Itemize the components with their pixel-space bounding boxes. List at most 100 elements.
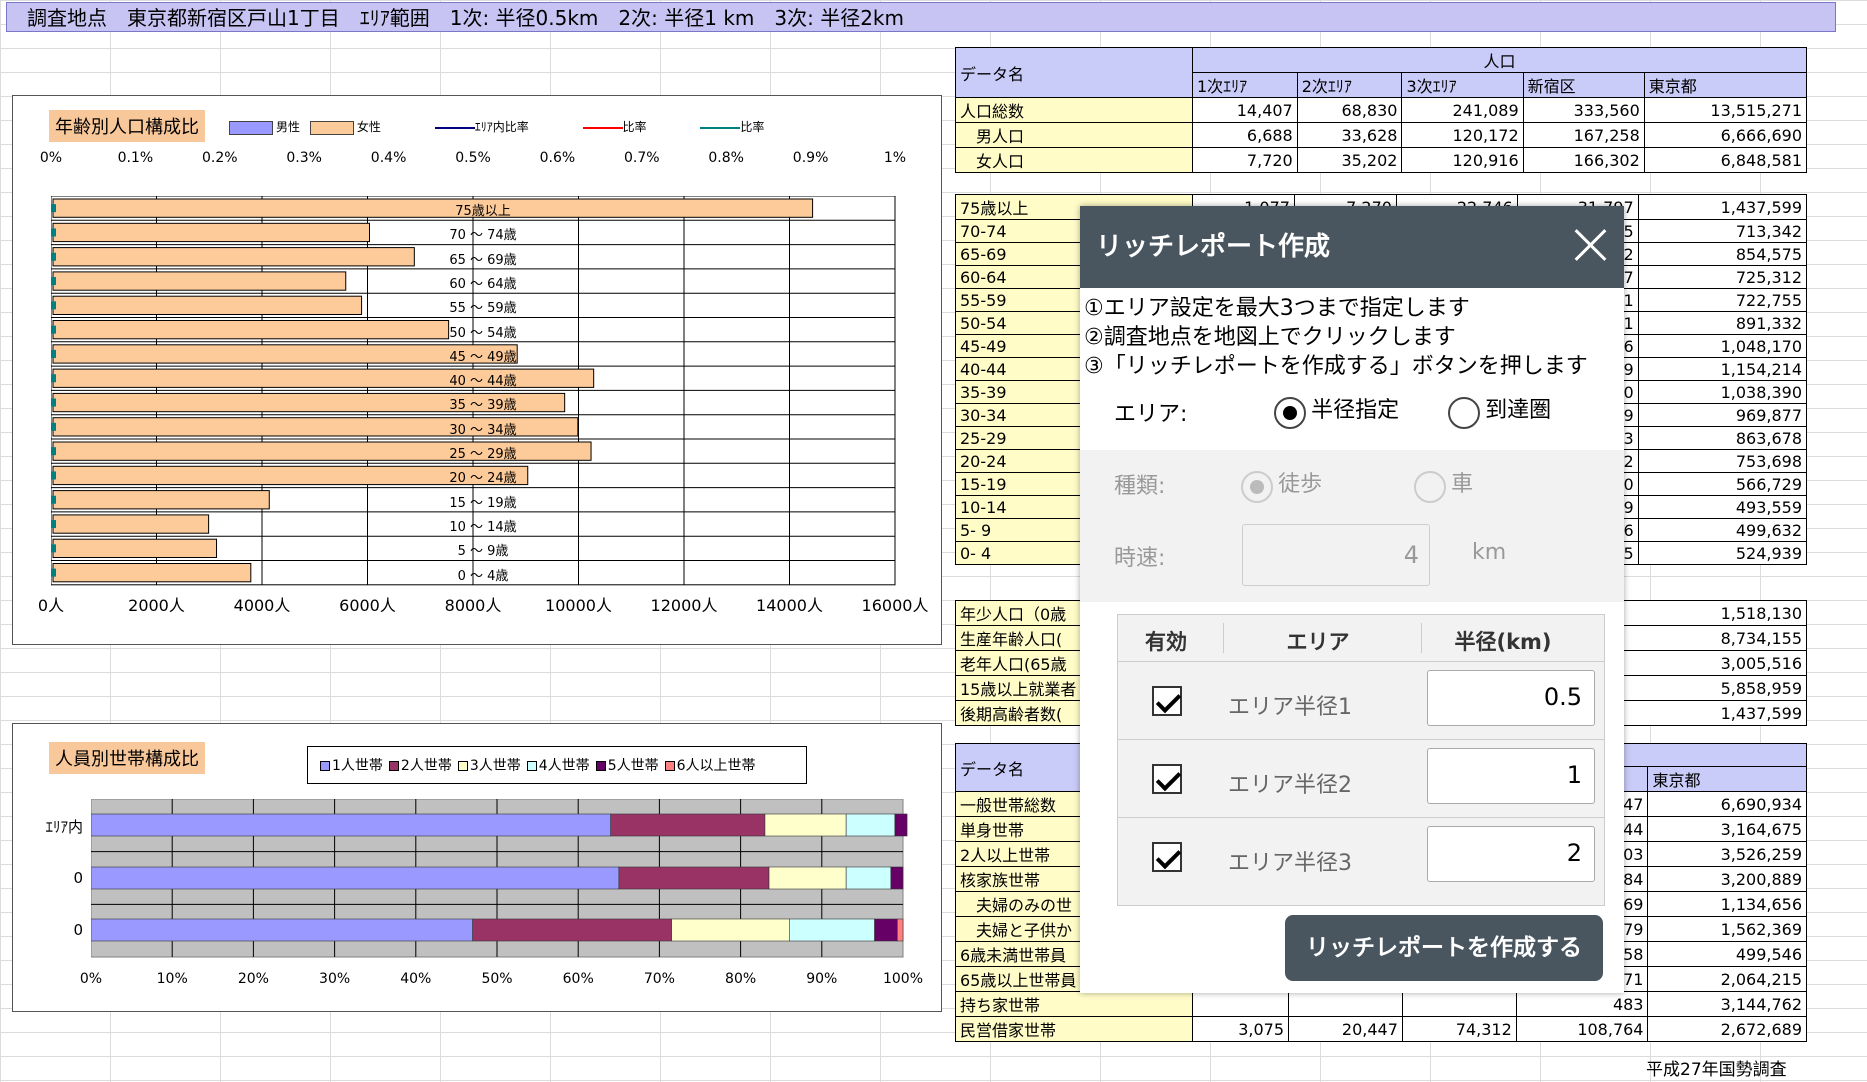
cell: 167,258 (1522, 122, 1645, 148)
household-seg-0-3 (845, 813, 896, 837)
walk-radio[interactable]: 徒歩 (1241, 466, 1322, 503)
dialog-header: リッチレポート作成 (1080, 206, 1624, 288)
cell: 3,200,889 (1647, 866, 1807, 892)
age-marker-10 (51, 447, 56, 456)
area-3-checkbox[interactable] (1152, 842, 1182, 872)
cell: 969,877 (1637, 403, 1808, 427)
cell: 854,575 (1637, 242, 1808, 266)
cell: 566,729 (1637, 472, 1808, 496)
cell: 1,562,369 (1647, 916, 1807, 942)
radio-on-icon (1274, 396, 1306, 429)
radius-option-label: 半径指定 (1311, 398, 1400, 423)
cell: 863,678 (1637, 426, 1808, 450)
cell: 120,916 (1401, 147, 1524, 173)
close-icon[interactable] (1570, 224, 1610, 264)
age-chart-legend: 男性 女性 ｴﾘｱ内比率 比率 比率 (229, 118, 764, 135)
speed-label: 時速: (1114, 546, 1166, 571)
area-1-checkbox[interactable] (1152, 686, 1182, 716)
col-header: 1次ｴﾘｱ (1192, 72, 1298, 98)
col-radius: 半径(km) (1454, 630, 1552, 654)
household-chart-title: 人員別世帯構成比 (49, 742, 205, 774)
age-bar-1 (52, 222, 370, 243)
legend-area-ratio: ｴﾘｱ内比率 (474, 120, 529, 134)
cell (1288, 991, 1403, 1017)
age-category-label: 10 ～ 14歳 (449, 519, 517, 535)
cell: 493,559 (1637, 495, 1808, 519)
age-marker-5 (51, 325, 56, 334)
col-area: エリア (1286, 630, 1350, 654)
household-seg-2-2 (671, 918, 790, 942)
age-bar-3 (52, 271, 347, 291)
age-marker-0 (51, 204, 56, 213)
area-2-radius-input[interactable]: 1 (1427, 748, 1595, 804)
household-legend-item: 6人以上世帯 (676, 758, 756, 774)
radius-radio[interactable]: 半径指定 (1274, 392, 1399, 429)
speed-input[interactable]: 4 (1242, 524, 1430, 586)
age-top-tick: 0.7% (624, 150, 660, 166)
instruction-2: ②調査地点を地図上でクリックします (1084, 325, 1456, 350)
car-radio[interactable]: 車 (1414, 466, 1473, 503)
age-category-label: 35 ～ 39歳 (449, 398, 517, 414)
create-report-button[interactable]: リッチレポートを作成する (1285, 915, 1603, 981)
area-row-1: エリア半径1 0.5 (1118, 661, 1604, 740)
household-bar-plot (91, 799, 908, 958)
area-1-radius-input[interactable]: 0.5 (1427, 670, 1595, 726)
population-table: データ名 人口 1次ｴﾘｱ 2次ｴﾘｱ 3次ｴﾘｱ 新宿区 東京都 人口総数 14,407 68,… (955, 47, 1808, 173)
area-1-name: エリア半径1 (1228, 695, 1352, 720)
row-label: 民営借家世帯 (955, 1016, 1193, 1042)
area-row-3: エリア半径3 2 (1118, 817, 1604, 895)
source-note: 平成27年国勢調査 (1646, 1060, 1787, 1080)
age-top-tick: 0.3% (286, 150, 322, 166)
legend-swatch (595, 761, 606, 771)
disabled-travel-settings: 種類: 徒歩 車 時速: 4 km (1080, 450, 1624, 602)
age-marker-8 (51, 398, 56, 407)
household-tick: 0% (79, 971, 103, 987)
legend-swatch (388, 761, 399, 771)
cell: 7,720 (1192, 147, 1298, 173)
legend-female: 女性 (356, 120, 381, 134)
age-bottom-tick: 10000人 (545, 596, 612, 615)
table-row: 民営借家世帯 3,075 20,447 74,312 108,764 2,672,689 (955, 1016, 1807, 1042)
area-3-radius-input[interactable]: 2 (1427, 826, 1595, 882)
age-bottom-tick: 0人 (37, 596, 65, 615)
age-marker-2 (51, 252, 56, 261)
age-top-tick: 0.9% (792, 150, 829, 166)
table-row: 人口総数 14,407 68,830 241,089 333,560 13,515,271 (955, 97, 1808, 123)
household-tick: 80% (725, 971, 757, 987)
area-table-header: 有効 エリア 半径(km) (1118, 615, 1604, 662)
col-header: 新宿区 (1522, 72, 1645, 98)
cell: 6,690,934 (1647, 791, 1807, 817)
age-chart-title: 年齢別人口構成比 (49, 110, 205, 142)
cell: 35,202 (1296, 147, 1403, 173)
row-label: 男人口 (955, 122, 1193, 148)
cell: 108,764 (1515, 1016, 1649, 1042)
household-chart-panel: 人員別世帯構成比 1人世帯 2人世帯 3人世帯 4人世帯 5人世帯 6人以上世帯 ｴﾘｱ内… (12, 723, 942, 1012)
cell: 1,048,170 (1637, 334, 1808, 358)
household-row-label: 0 (73, 921, 83, 939)
reach-radio[interactable]: 到達圏 (1448, 392, 1551, 429)
area-2-checkbox[interactable] (1152, 764, 1182, 794)
age-bar-5 (52, 320, 450, 340)
walk-option-label: 徒歩 (1278, 472, 1323, 497)
household-tick: 90% (806, 971, 838, 987)
cell: 33,628 (1296, 122, 1403, 148)
legend-male: 男性 (276, 120, 301, 134)
household-tick: 70% (643, 971, 675, 987)
legend-ratio-red: 比率 (622, 120, 647, 134)
car-option-label: 車 (1451, 472, 1474, 497)
age-marker-14 (51, 544, 56, 553)
age-bar-0 (52, 198, 814, 218)
household-legend-item: 4人世帯 (538, 758, 590, 774)
age-category-label: 60 ～ 64歳 (449, 276, 517, 292)
household-tick: 60% (562, 971, 594, 987)
cell: 725,312 (1637, 265, 1808, 289)
cell: 13,515,271 (1643, 97, 1808, 123)
age-top-tick: 0% (39, 150, 63, 166)
cell: 3,526,259 (1647, 841, 1807, 867)
age-category-label: 20 ～ 24歳 (449, 471, 517, 487)
instructions: ①エリア設定を最大3つまで指定します ②調査地点を地図上でクリックします ③「リ… (1080, 294, 1588, 381)
household-row-label: 0 (73, 869, 83, 887)
household-tick: 10% (156, 971, 188, 987)
age-marker-13 (51, 520, 56, 529)
age-category-label: 75歳以上 (455, 204, 511, 219)
